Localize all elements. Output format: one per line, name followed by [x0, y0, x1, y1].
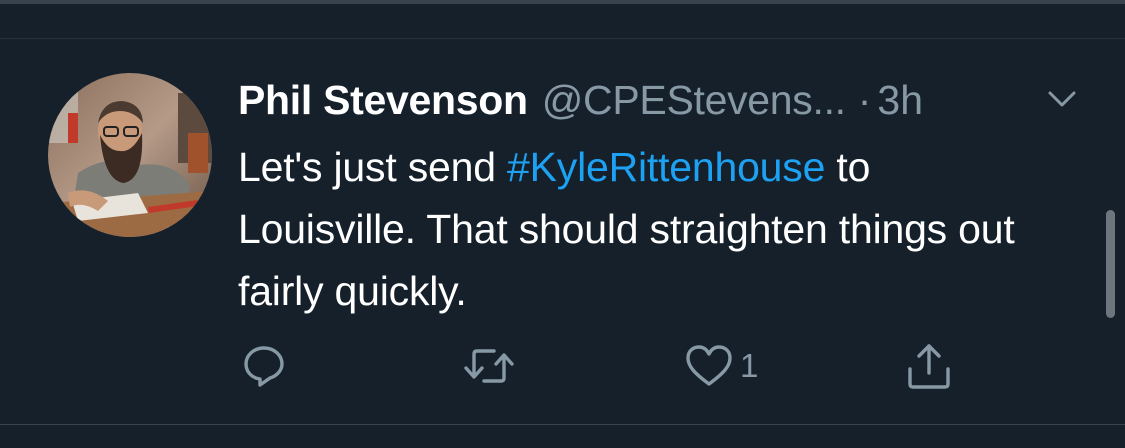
share-button[interactable] [904, 342, 954, 390]
tweet-timestamp[interactable]: 3h [877, 77, 923, 124]
top-divider-line [0, 38, 1125, 39]
separator-dot: · [857, 76, 872, 123]
author-display-name[interactable]: Phil Stevenson [238, 77, 528, 124]
heart-icon [686, 345, 732, 386]
retweet-button[interactable] [462, 342, 516, 390]
bottom-divider [0, 424, 1125, 425]
author-handle[interactable]: @CPEStevens... [542, 77, 846, 124]
top-divider [0, 0, 1125, 4]
chevron-down-icon[interactable] [1042, 84, 1082, 114]
retweet-icon [464, 349, 514, 383]
avatar-image [48, 73, 212, 237]
avatar[interactable] [48, 73, 212, 237]
tweet-screen: Phil Stevenson @CPEStevens... · 3h Let's… [0, 0, 1125, 448]
tweet-text-before: Let's just send [238, 144, 508, 190]
reply-button[interactable] [240, 342, 288, 390]
share-icon [908, 344, 950, 389]
like-count: 1 [740, 347, 759, 384]
reply-icon [244, 346, 284, 387]
scrollbar[interactable] [1106, 210, 1115, 318]
tweet-header: Phil Stevenson @CPEStevens... · 3h [238, 74, 923, 126]
tweet-text: Let's just send #KyleRittenhouse to Loui… [238, 136, 1058, 322]
like-button[interactable]: 1 [684, 342, 758, 390]
hashtag-link[interactable]: #KyleRittenhouse [507, 144, 825, 190]
